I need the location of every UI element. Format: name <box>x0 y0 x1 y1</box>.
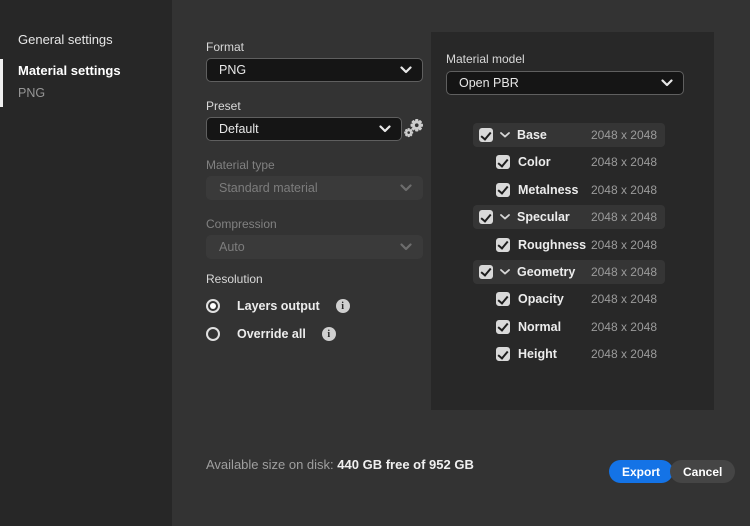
chevron-down-icon[interactable] <box>500 214 510 220</box>
material-type-value: Standard material <box>219 181 318 195</box>
chevron-down-icon <box>400 179 412 197</box>
checkbox-checked-icon[interactable] <box>479 128 493 142</box>
map-label: Geometry <box>517 264 576 279</box>
checkbox-checked-icon[interactable] <box>479 264 493 279</box>
tree-row-roughness[interactable]: Roughness 2048 x 2048 <box>473 233 665 257</box>
checkbox-checked-icon[interactable] <box>496 292 510 307</box>
sidebar-item-material-settings[interactable]: Material settings <box>18 63 121 78</box>
map-label: Metalness <box>518 182 579 197</box>
tree-row-height[interactable]: Height 2048 x 2048 <box>473 342 665 366</box>
material-maps-panel: Material model Open PBR Base 2048 x 2048… <box>431 32 714 410</box>
map-label: Height <box>518 347 557 362</box>
chevron-down-icon[interactable] <box>500 269 510 275</box>
checkbox-checked-icon[interactable] <box>496 155 510 170</box>
compression-value: Auto <box>219 240 245 254</box>
radio-selected-icon[interactable] <box>206 299 220 313</box>
disk-space-status: Available size on disk: 440 GB free of 9… <box>206 457 474 472</box>
map-label: Base <box>517 128 547 142</box>
tree-row-opacity[interactable]: Opacity 2048 x 2048 <box>473 287 665 311</box>
material-type-select: Standard material <box>206 176 423 200</box>
map-label: Roughness <box>518 237 587 252</box>
checkbox-checked-icon[interactable] <box>496 182 510 197</box>
chevron-down-icon[interactable] <box>500 132 510 138</box>
chevron-down-icon <box>400 61 412 79</box>
chevron-down-icon <box>661 74 673 92</box>
map-resolution: 2048 x 2048 <box>590 292 657 307</box>
map-label: Specular <box>517 210 570 225</box>
map-label: Color <box>518 155 551 170</box>
material-model-label: Material model <box>446 52 525 66</box>
radio-unselected-icon[interactable] <box>206 327 220 341</box>
resolution-label: Resolution <box>206 272 263 286</box>
texture-maps-tree: Base 2048 x 2048 Color 2048 x 2048 Metal… <box>473 123 665 366</box>
tree-row-geometry[interactable]: Geometry 2048 x 2048 <box>473 259 665 284</box>
radio-layers-output-label: Layers output <box>237 299 320 313</box>
info-icon[interactable]: i <box>335 299 350 313</box>
map-resolution: 2048 x 2048 <box>590 237 657 252</box>
checkbox-checked-icon[interactable] <box>496 319 510 334</box>
cancel-button[interactable]: Cancel <box>670 460 736 483</box>
sidebar-item-png[interactable]: PNG <box>18 86 45 100</box>
radio-override-all-label: Override all <box>237 327 306 341</box>
map-resolution: 2048 x 2048 <box>590 210 657 225</box>
sidebar-item-general-settings[interactable]: General settings <box>18 32 113 47</box>
radio-override-all[interactable]: Override all i <box>206 325 336 343</box>
map-label: Opacity <box>518 292 564 307</box>
tree-row-color[interactable]: Color 2048 x 2048 <box>473 150 665 174</box>
material-type-label: Material type <box>206 158 275 172</box>
compression-select: Auto <box>206 235 423 259</box>
map-resolution: 2048 x 2048 <box>590 319 657 334</box>
checkbox-checked-icon[interactable] <box>496 347 510 362</box>
map-resolution: 2048 x 2048 <box>590 182 657 197</box>
tree-row-base[interactable]: Base 2048 x 2048 <box>473 123 665 147</box>
preset-label: Preset <box>206 99 241 113</box>
material-model-select[interactable]: Open PBR <box>446 71 684 95</box>
material-model-value: Open PBR <box>459 76 519 90</box>
compression-label: Compression <box>206 217 277 231</box>
format-label: Format <box>206 40 245 54</box>
export-button[interactable]: Export <box>609 460 674 483</box>
active-section-indicator <box>0 59 3 107</box>
disk-space-label: Available size on disk: <box>206 457 334 472</box>
checkbox-checked-icon[interactable] <box>479 210 493 225</box>
settings-sidebar: General settings Material settings PNG <box>0 0 172 526</box>
map-resolution: 2048 x 2048 <box>590 155 657 170</box>
disk-space-value: 440 GB free of 952 GB <box>337 457 474 472</box>
chevron-down-icon <box>400 238 412 256</box>
format-select[interactable]: PNG <box>206 58 423 82</box>
map-resolution: 2048 x 2048 <box>590 347 657 362</box>
format-value: PNG <box>219 63 247 77</box>
export-dialog: General settings Material settings PNG F… <box>0 0 750 526</box>
radio-layers-output[interactable]: Layers output i <box>206 297 350 315</box>
chevron-down-icon <box>379 120 391 138</box>
tree-row-metalness[interactable]: Metalness 2048 x 2048 <box>473 178 665 202</box>
manage-presets-gear-icon[interactable] <box>402 116 426 140</box>
preset-value: Default <box>219 122 259 136</box>
map-label: Normal <box>518 319 562 334</box>
info-icon[interactable]: i <box>321 327 336 341</box>
tree-row-normal[interactable]: Normal 2048 x 2048 <box>473 315 665 339</box>
map-resolution: 2048 x 2048 <box>590 264 657 279</box>
tree-row-specular[interactable]: Specular 2048 x 2048 <box>473 205 665 230</box>
map-resolution: 2048 x 2048 <box>590 128 657 142</box>
preset-select[interactable]: Default <box>206 117 402 141</box>
checkbox-checked-icon[interactable] <box>496 237 510 252</box>
